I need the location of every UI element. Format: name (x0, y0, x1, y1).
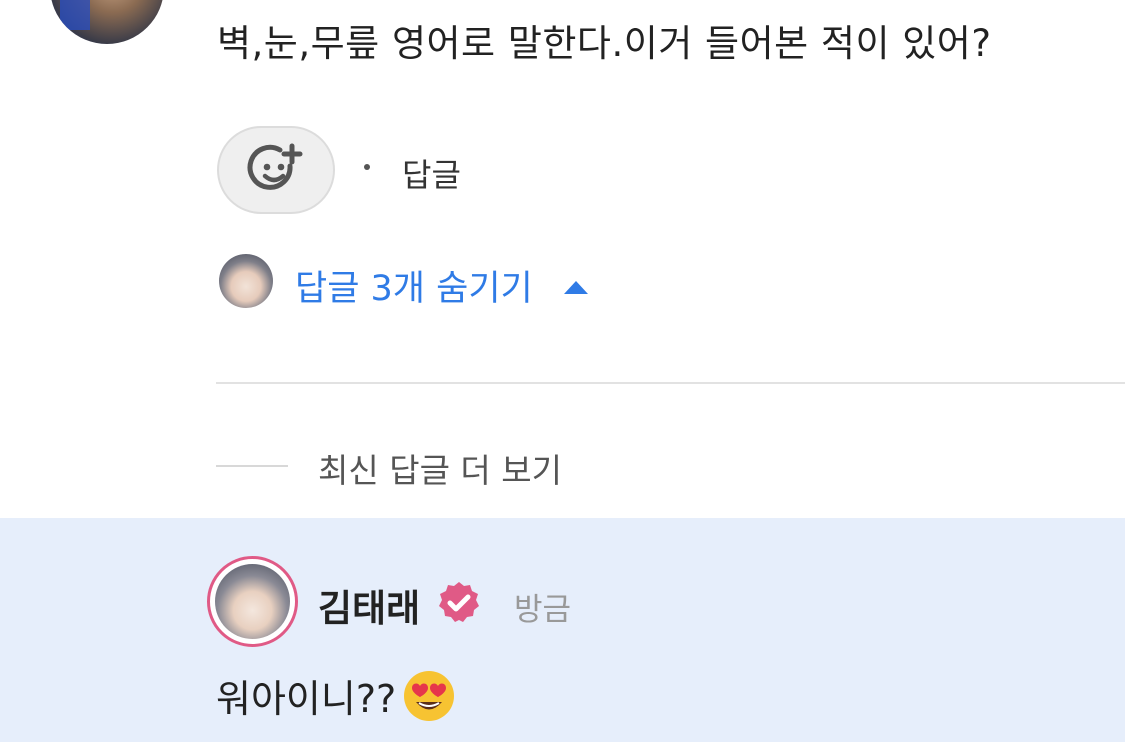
reply-card (0, 518, 1125, 742)
more-replies-button[interactable]: 최신 답글 더 보기 (318, 444, 562, 492)
heart-eyes-emoji-icon (404, 670, 455, 721)
replier-avatar-mini (219, 254, 273, 308)
comment-text: 벽,눈,무릎 영어로 말한다.이거 들어본 적이 있어? (217, 22, 992, 65)
reply-text: 워아이니?? (216, 668, 456, 723)
reply-author-avatar[interactable] (207, 556, 298, 647)
caret-up-icon[interactable] (564, 281, 588, 294)
commenter-avatar[interactable] (50, 0, 164, 44)
reply-button[interactable]: 답글 (402, 150, 461, 196)
verified-badge-icon (439, 582, 479, 622)
hide-replies-toggle[interactable]: 답글 3개 숨기기 (295, 260, 533, 311)
avatar-image (215, 564, 290, 639)
add-reaction-button[interactable] (217, 126, 335, 214)
smile-plus-icon (247, 143, 303, 190)
more-replies-line (216, 465, 288, 467)
reply-text-content: 워아이니?? (216, 677, 397, 721)
divider (216, 382, 1125, 384)
reply-timestamp: 방금 (514, 592, 572, 628)
avatar-background (60, 0, 90, 30)
separator-dot (364, 164, 370, 170)
reply-author-name[interactable]: 김태래 (318, 578, 420, 632)
